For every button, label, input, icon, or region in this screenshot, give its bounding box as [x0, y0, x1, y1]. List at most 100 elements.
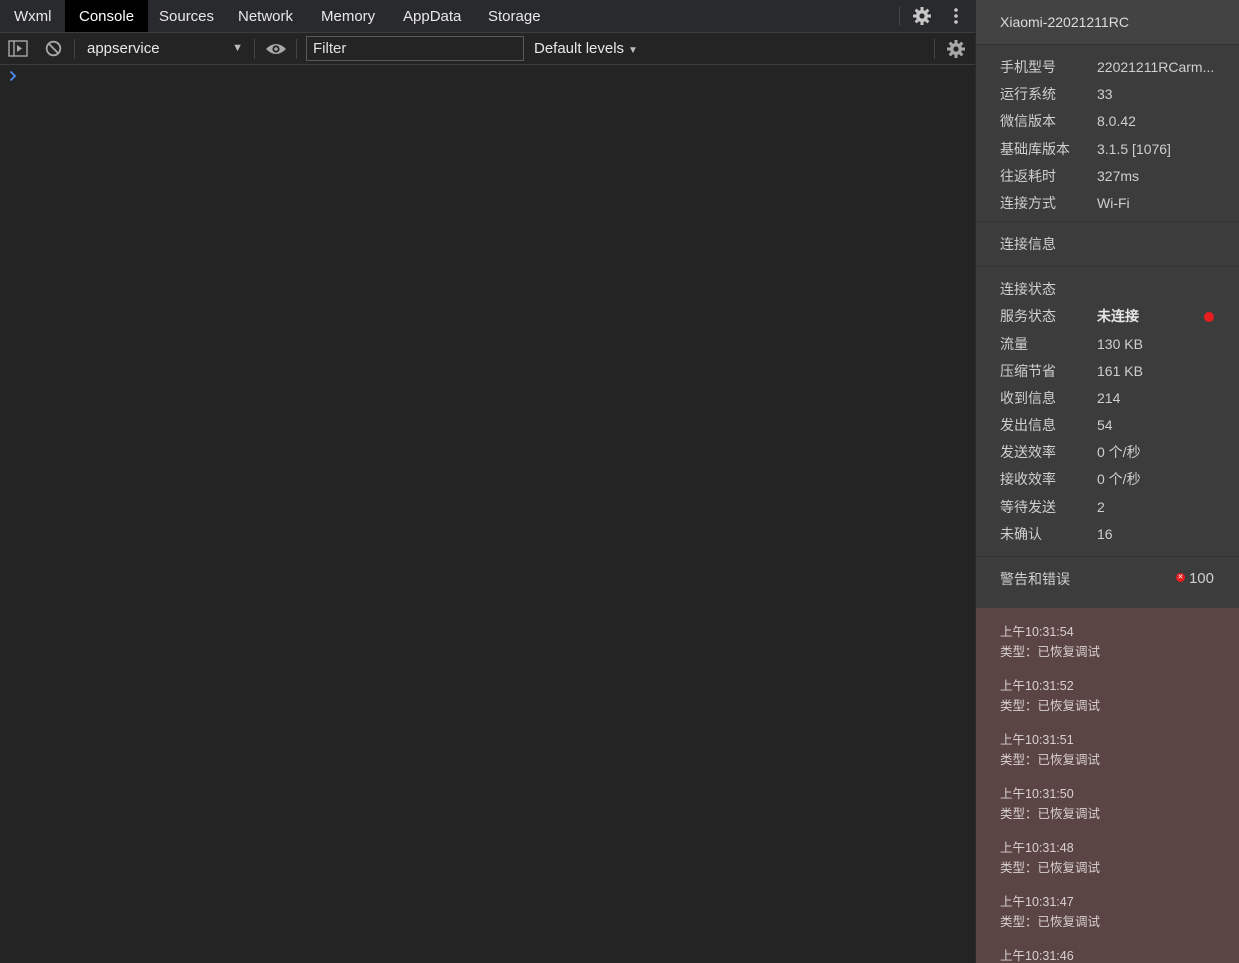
status-row: 接收效率 0 个/秒: [976, 466, 1239, 493]
toolbar-divider: [74, 39, 75, 59]
status-row: 压缩节省 161 KB: [976, 358, 1239, 385]
status-key: 流量: [1000, 335, 1028, 352]
log-desc: 类型：已恢复调试: [1000, 699, 1101, 713]
info-row: 基础库版本 3.1.5 [1076]: [976, 136, 1239, 163]
warnings-count: 100: [1188, 570, 1214, 587]
status-row: 等待发送 2: [976, 494, 1239, 521]
devtools-tab-bar: Wxml Console Sources Network Memory AppD…: [0, 0, 975, 33]
more-options-icon[interactable]: [950, 7, 962, 29]
error-icon: ✕: [1175, 572, 1185, 582]
status-row: 服务状态 未连接: [976, 303, 1239, 330]
tab-storage[interactable]: Storage: [474, 0, 555, 32]
status-value: 0 个/秒: [1097, 471, 1141, 488]
status-value: 未连接: [1097, 308, 1139, 325]
device-info-panel: Xiaomi-22021211RC 手机型号 22021211RCarm... 运…: [975, 0, 1239, 963]
info-key: 往返耗时: [1000, 167, 1056, 184]
log-time: 上午10:31:48: [1000, 841, 1074, 855]
status-key: 接收效率: [1000, 471, 1056, 488]
connection-info-title: 连接信息: [1000, 236, 1056, 253]
status-row: 发送效率 0 个/秒: [976, 439, 1239, 466]
console-prompt-chevron-icon[interactable]: [9, 70, 17, 86]
status-value: 214: [1097, 389, 1121, 406]
status-value: 161 KB: [1097, 362, 1143, 379]
log-entry: 上午10:31:46: [976, 932, 1239, 963]
context-selector[interactable]: appservice ▼: [79, 33, 247, 64]
info-key: 运行系统: [1000, 86, 1056, 103]
info-key: 连接方式: [1000, 194, 1056, 211]
info-value: 327ms: [1097, 167, 1140, 184]
log-desc: 类型：已恢复调试: [1000, 645, 1101, 659]
info-row: 运行系统 33: [976, 81, 1239, 108]
log-entry: 上午10:31:51 类型：已恢复调试: [976, 716, 1239, 770]
info-value: Wi-Fi: [1097, 194, 1130, 211]
tab-appdata[interactable]: AppData: [389, 0, 475, 32]
connection-status-title: 连接状态: [1000, 281, 1056, 298]
warnings-log-list: 上午10:31:54 类型：已恢复调试 上午10:31:52 类型：已恢复调试 …: [976, 608, 1239, 963]
live-expression-eye-icon[interactable]: [265, 42, 287, 60]
status-key: 服务状态: [1000, 308, 1056, 325]
log-time: 上午10:31:54: [1000, 625, 1074, 639]
devtools-pane: Wxml Console Sources Network Memory AppD…: [0, 0, 975, 963]
toolbar-divider: [254, 39, 255, 59]
log-time: 上午10:31:52: [1000, 679, 1074, 693]
status-row: 发出信息 54: [976, 412, 1239, 439]
tab-wxml[interactable]: Wxml: [0, 0, 66, 32]
log-entry: 上午10:31:52 类型：已恢复调试: [976, 662, 1239, 716]
status-value: 0 个/秒: [1097, 444, 1141, 461]
log-entry: 上午10:31:47 类型：已恢复调试: [976, 878, 1239, 932]
log-time: 上午10:31:51: [1000, 733, 1074, 747]
toolbar-divider: [934, 39, 935, 59]
status-row: 未确认 16: [976, 521, 1239, 548]
disconnected-status-dot-icon: [1204, 312, 1214, 323]
status-key: 压缩节省: [1000, 362, 1056, 379]
status-value: 2: [1097, 498, 1105, 515]
status-key: 未确认: [1000, 525, 1042, 542]
log-entry: 上午10:31:48 类型：已恢复调试: [976, 824, 1239, 878]
log-desc: 类型：已恢复调试: [1000, 861, 1101, 875]
log-entry: 上午10:31:50 类型：已恢复调试: [976, 770, 1239, 824]
tab-console[interactable]: Console: [65, 0, 149, 32]
filter-input[interactable]: [306, 36, 524, 61]
log-time: 上午10:31:46: [1000, 949, 1074, 963]
console-settings-gear-icon[interactable]: [946, 39, 966, 63]
info-row: 微信版本 8.0.42: [976, 108, 1239, 135]
info-key: 基础库版本: [1000, 140, 1070, 157]
log-desc: 类型：已恢复调试: [1000, 753, 1101, 767]
info-key: 手机型号: [1000, 59, 1056, 75]
status-row: 收到信息 214: [976, 385, 1239, 412]
info-value: 3.1.5 [1076]: [1097, 140, 1171, 157]
console-toolbar: appservice ▼ Default levels▼: [0, 33, 975, 65]
sidebar-toggle-icon[interactable]: [8, 40, 28, 61]
warnings-header[interactable]: 警告和错误 ✕ 100: [976, 557, 1239, 601]
status-row: 流量 130 KB: [976, 331, 1239, 358]
context-selector-label: appservice: [87, 40, 160, 57]
status-key: 发送效率: [1000, 444, 1056, 461]
info-row: 连接方式 Wi-Fi: [976, 190, 1239, 217]
log-time: 上午10:31:50: [1000, 787, 1074, 801]
info-row: 手机型号 22021211RCarm...: [976, 54, 1239, 81]
tab-network[interactable]: Network: [224, 0, 307, 32]
dropdown-arrow-icon: ▼: [628, 45, 638, 56]
log-entry: 上午10:31:54 类型：已恢复调试: [976, 608, 1239, 662]
log-desc: 类型：已恢复调试: [1000, 915, 1101, 929]
tab-memory[interactable]: Memory: [307, 0, 389, 32]
info-key: 微信版本: [1000, 113, 1056, 130]
info-row: 往返耗时 327ms: [976, 163, 1239, 190]
dropdown-arrow-icon: ▼: [232, 42, 243, 54]
log-desc: 类型：已恢复调试: [1000, 807, 1101, 821]
log-levels-dropdown[interactable]: Default levels ▼: [534, 33, 638, 64]
device-info-top: Xiaomi-22021211RC 手机型号 22021211RCarm... 运…: [976, 0, 1239, 601]
info-value: 33: [1097, 86, 1113, 103]
status-value: 130 KB: [1097, 335, 1143, 352]
settings-gear-icon[interactable]: [912, 6, 932, 30]
status-key: 收到信息: [1000, 389, 1056, 406]
status-value: 54: [1097, 417, 1113, 434]
clear-console-icon[interactable]: [45, 40, 62, 61]
status-value: 16: [1097, 525, 1113, 542]
status-key: 发出信息: [1000, 417, 1056, 434]
tabbar-divider: [899, 6, 900, 26]
info-value: 22021211RCarm...: [1097, 59, 1215, 75]
warnings-badge: ✕ 100: [1175, 557, 1214, 601]
tab-sources[interactable]: Sources: [145, 0, 228, 32]
toolbar-divider: [296, 39, 297, 59]
